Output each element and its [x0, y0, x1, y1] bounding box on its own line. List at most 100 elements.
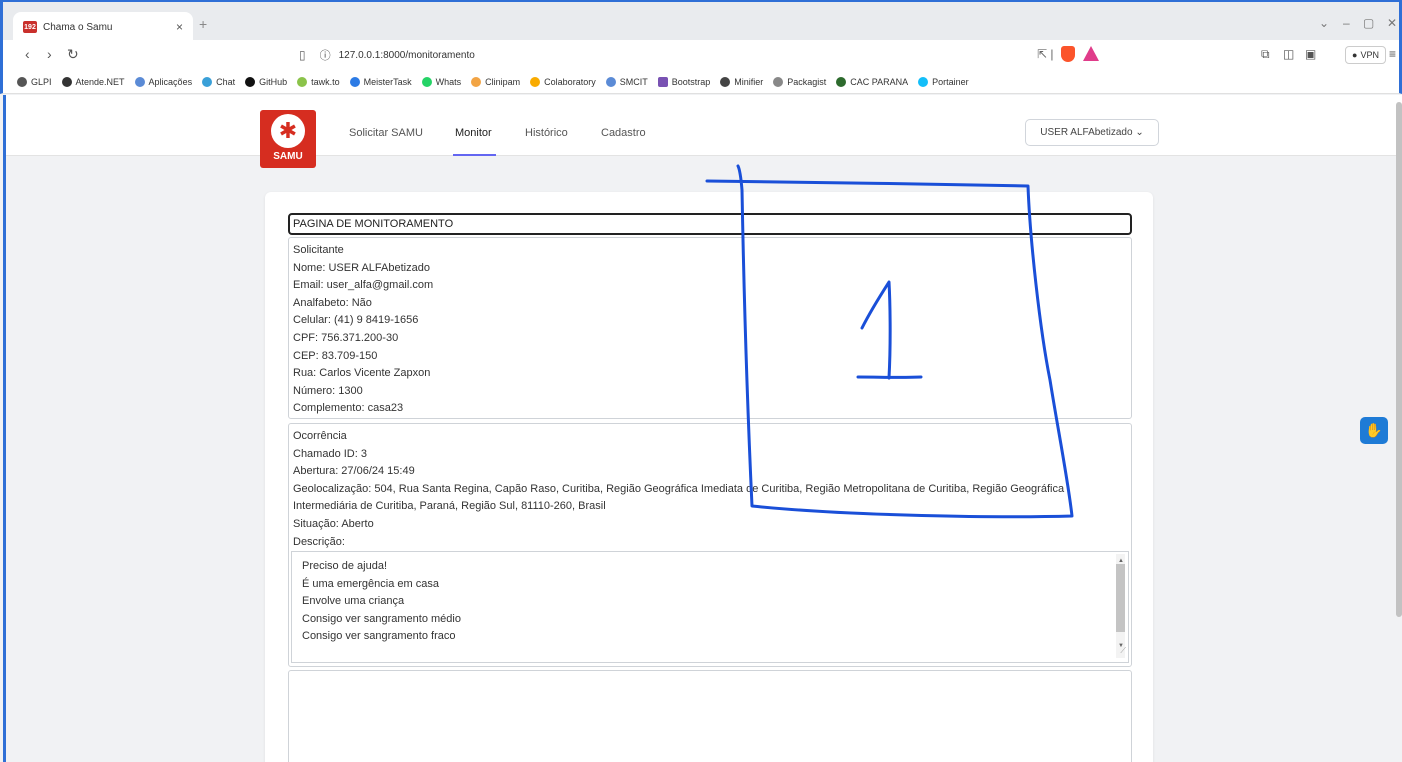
bookmark-minifier[interactable]: Minifier — [720, 76, 763, 87]
solicitante-cpf: CPF: 756.371.200-30 — [293, 331, 399, 344]
wallet-icon[interactable]: ▣ — [1305, 47, 1316, 61]
restore-icon[interactable]: ▢ — [1363, 16, 1374, 30]
bookmark-atende-net[interactable]: Atende.NET — [61, 76, 125, 87]
window-close-icon[interactable]: ✕ — [1387, 16, 1397, 30]
brave-shield-icon[interactable] — [1061, 46, 1075, 62]
solicitante-analfabeto: Analfabeto: Não — [293, 296, 372, 309]
sidebar-icon[interactable]: ◫ — [1283, 47, 1294, 61]
solicitante-heading: Solicitante — [293, 244, 344, 256]
check-icon — [349, 76, 360, 87]
minifier-icon — [720, 76, 731, 87]
bookmark-tawk[interactable]: tawk.to — [297, 76, 340, 87]
browser-tab-bar: 192 Chama o Samu × + ⌄ – ▢ ✕ — [0, 0, 1402, 42]
bookmark-whats[interactable]: Whats — [421, 76, 461, 87]
folder-icon — [605, 76, 616, 87]
solicitante-nome: Nome: USER ALFAbetizado — [293, 261, 430, 274]
github-icon — [245, 76, 256, 87]
textarea-scrollbar-thumb[interactable] — [1116, 564, 1125, 632]
samu-favicon-icon: 192 — [23, 21, 37, 33]
bookmark-cac-parana[interactable]: CAC PARANA — [836, 76, 908, 87]
bookmark-smcit[interactable]: SMCIT — [605, 76, 648, 87]
bookmark-packagist[interactable]: Packagist — [773, 76, 826, 87]
empty-panel — [288, 670, 1132, 762]
nav-solicitar-samu[interactable]: Solicitar SAMU — [349, 127, 423, 139]
bookmark-bootstrap[interactable]: Bootstrap — [657, 76, 710, 87]
ocorrencia-descricao-label: Descrição: — [293, 535, 345, 548]
bookmark-icon[interactable]: ▯ — [299, 48, 306, 62]
bookmark-meistertask[interactable]: MeisterTask — [349, 76, 412, 87]
ocorrencia-geo-line1: Geolocalização: 504, Rua Santa Regina, C… — [293, 482, 1065, 495]
descricao-line: Consigo ver sangramento médio — [302, 612, 461, 625]
minimize-icon[interactable]: – — [1343, 16, 1350, 30]
colab-icon — [530, 76, 541, 87]
descricao-line: Consigo ver sangramento fraco — [302, 630, 456, 643]
tab-title: Chama o Samu — [43, 21, 113, 33]
ocorrencia-geo-line2: Intermediária de Curitiba, Paraná, Regiã… — [293, 500, 606, 513]
samu-logo[interactable]: ✱ SAMU — [260, 110, 316, 168]
solicitante-rua: Rua: Carlos Vicente Zapxon — [293, 367, 431, 380]
star-of-life-icon: ✱ — [271, 114, 305, 148]
back-icon[interactable]: ‹ — [25, 46, 30, 62]
descricao-line: Envolve uma criança — [302, 595, 405, 608]
reload-icon[interactable]: ↻ — [67, 46, 79, 63]
solicitante-panel: Solicitante Nome: USER ALFAbetizado Emai… — [288, 237, 1132, 419]
bookmark-aplicacoes[interactable]: Aplicações — [134, 76, 192, 87]
bookmarks-bar: GLPI Atende.NET Aplicações Chat GitHub t… — [0, 70, 1402, 94]
page-scrollbar[interactable] — [1396, 102, 1402, 617]
bootstrap-icon — [657, 76, 668, 87]
top-navigation: ✱ SAMU Solicitar SAMU Monitor Histórico … — [6, 95, 1402, 168]
site-info-icon[interactable]: ⓘ — [320, 47, 331, 63]
ocorrencia-chamado: Chamado ID: 3 — [293, 447, 367, 460]
bookmark-portainer[interactable]: Portainer — [918, 76, 969, 87]
solicitante-complemento: Complemento: casa23 — [293, 402, 404, 415]
nav-monitor[interactable]: Monitor — [455, 127, 492, 139]
user-menu-button[interactable]: USER ALFAbetizado ⌄ — [1025, 119, 1159, 146]
accessibility-sign-language-icon[interactable]: ✋ — [1360, 417, 1388, 444]
chat-icon — [202, 76, 213, 87]
glpi-icon — [17, 76, 27, 87]
monitor-card: PAGINA DE MONITORAMENTO Solicitante Nome… — [265, 192, 1153, 762]
solicitante-numero: Número: 1300 — [293, 384, 363, 397]
ocorrencia-panel: Ocorrência Chamado ID: 3 Abertura: 27/06… — [288, 423, 1132, 667]
portainer-icon — [918, 76, 929, 87]
menu-icon[interactable]: ≡ — [1389, 47, 1396, 61]
page-title: PAGINA DE MONITORAMENTO — [288, 213, 1132, 235]
url-text: 127.0.0.1:8000/monitoramento — [338, 49, 475, 61]
brave-rewards-icon[interactable] — [1083, 46, 1099, 61]
extensions-icon[interactable]: ⧉ — [1261, 47, 1270, 62]
bookmark-github[interactable]: GitHub — [245, 76, 287, 87]
url-field[interactable]: ▯ ⓘ 127.0.0.1:8000/monitoramento — [299, 44, 1119, 66]
scroll-up-icon[interactable]: ▲ — [1118, 553, 1124, 571]
nav-historico[interactable]: Histórico — [525, 127, 568, 139]
bookmark-chat[interactable]: Chat — [202, 76, 235, 87]
forward-icon[interactable]: › — [47, 46, 52, 62]
solicitante-celular: Celular: (41) 9 8419-1656 — [293, 314, 419, 327]
new-tab-icon[interactable]: + — [199, 16, 207, 32]
solicitante-email: Email: user_alfa@gmail.com — [293, 279, 434, 292]
resize-grip-icon[interactable]: ⟋ — [1120, 642, 1126, 660]
packagist-icon — [773, 76, 784, 87]
close-icon[interactable]: × — [176, 20, 183, 34]
active-tab-indicator — [453, 154, 496, 156]
solicitante-cep: CEP: 83.709-150 — [293, 349, 378, 362]
chevron-down-icon[interactable]: ⌄ — [1319, 16, 1329, 30]
logo-text: SAMU — [273, 151, 303, 162]
whatsapp-icon — [421, 76, 432, 87]
descricao-textarea[interactable]: Preciso de ajuda! É uma emergência em ca… — [291, 551, 1129, 663]
folder-icon — [134, 76, 145, 87]
bookmark-clinipam[interactable]: Clinipam — [471, 76, 520, 87]
bookmark-glpi[interactable]: GLPI — [17, 76, 52, 87]
cac-icon — [836, 76, 847, 87]
ocorrencia-heading: Ocorrência — [293, 430, 347, 442]
bookmark-colaboratory[interactable]: Colaboratory — [530, 76, 596, 87]
vpn-button[interactable]: ● VPN — [1345, 46, 1386, 64]
vpn-label: VPN — [1360, 50, 1379, 60]
share-icon[interactable]: ⇱ | — [1037, 47, 1054, 61]
browser-tab[interactable]: 192 Chama o Samu × — [13, 12, 193, 42]
tawk-icon — [297, 76, 308, 87]
ocorrencia-situacao: Situação: Aberto — [293, 517, 374, 530]
descricao-line: É uma emergência em casa — [302, 577, 439, 590]
descricao-line: Preciso de ajuda! — [302, 560, 387, 572]
nav-cadastro[interactable]: Cadastro — [601, 127, 646, 139]
clinipam-icon — [471, 76, 482, 87]
